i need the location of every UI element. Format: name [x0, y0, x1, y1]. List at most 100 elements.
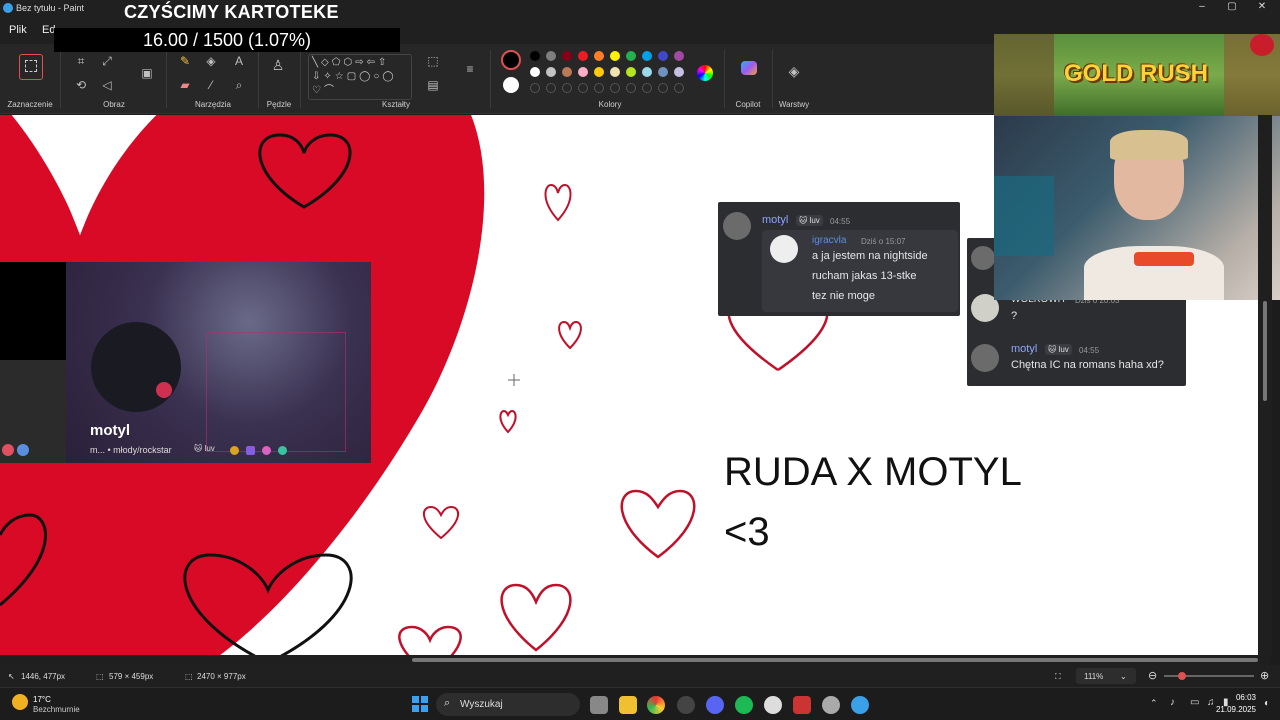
eraser-icon[interactable]: ▰ [178, 78, 192, 92]
fill-icon[interactable]: ◈ [204, 54, 218, 68]
microphone-icon[interactable]: ♪ [1170, 697, 1175, 708]
text-icon[interactable]: A [232, 54, 246, 68]
color-swatch[interactable] [530, 51, 540, 61]
size-icon[interactable]: ≡ [463, 62, 477, 76]
discord-icon[interactable] [706, 696, 724, 714]
red-circle-icon [2, 444, 14, 456]
color-swatch[interactable] [610, 51, 620, 61]
color-swatch[interactable] [674, 67, 684, 77]
weather-desc[interactable]: Bezchmurnie [33, 705, 80, 714]
app-icon[interactable] [677, 696, 695, 714]
custom-color-slot[interactable] [578, 83, 588, 93]
spotify-icon[interactable] [735, 696, 753, 714]
app-icon[interactable] [793, 696, 811, 714]
color-swatch[interactable] [626, 67, 636, 77]
zoom-slider-thumb[interactable] [1178, 672, 1186, 680]
task-view-icon[interactable] [590, 696, 608, 714]
zoom-in-icon[interactable]: ⊕ [1260, 669, 1269, 682]
group-label-image: Obraz [103, 100, 125, 109]
custom-color-slot[interactable] [642, 83, 652, 93]
maximize-button[interactable]: ▢ [1226, 1, 1238, 13]
color-swatch[interactable] [642, 51, 652, 61]
custom-color-slot[interactable] [626, 83, 636, 93]
copilot-icon[interactable] [741, 61, 757, 75]
color-swatch[interactable] [546, 51, 556, 61]
menu-file[interactable]: Plik [9, 24, 27, 36]
clock-time[interactable]: 06:03 [1218, 693, 1256, 702]
black-rectangle [0, 262, 66, 360]
weather-temp[interactable]: 17°C [33, 695, 51, 704]
reply-username[interactable]: igracvla [812, 235, 846, 246]
horizontal-scrollbar[interactable] [0, 655, 1270, 665]
secondary-color[interactable] [503, 77, 519, 93]
shapes-gallery[interactable]: ╲◇⬠⬡⇨⇦⇧ ⇩✧☆▢◯○◯ ♡⌒ [308, 54, 412, 100]
tray-chevron-icon[interactable]: ⌃ [1150, 698, 1158, 709]
chrome-icon[interactable] [647, 696, 665, 714]
reply-message-line: a ja jestem na nightside [812, 250, 928, 262]
custom-color-slot[interactable] [562, 83, 572, 93]
file-explorer-icon[interactable] [619, 696, 637, 714]
avatar [723, 212, 751, 240]
color-swatch[interactable] [594, 51, 604, 61]
layers-icon[interactable]: ◈ [787, 64, 801, 78]
fit-to-window-icon[interactable]: ⛶ [1055, 672, 1061, 682]
weather-icon[interactable] [12, 694, 28, 710]
color-swatch[interactable] [610, 67, 620, 77]
selection-size: 579 × 459px [109, 672, 154, 681]
custom-color-slot[interactable] [610, 83, 620, 93]
zoom-out-icon[interactable]: ⊖ [1148, 669, 1157, 682]
custom-color-slot[interactable] [674, 83, 684, 93]
settings-gear-icon[interactable] [822, 696, 840, 714]
close-button[interactable]: ✕ [1256, 1, 1268, 13]
vertical-scrollbar[interactable] [1258, 115, 1272, 655]
color-swatch[interactable] [562, 67, 572, 77]
brush-icon[interactable]: ♙ [271, 58, 285, 72]
color-wheel-icon[interactable] [697, 65, 713, 81]
minimize-button[interactable]: – [1196, 1, 1208, 13]
clock-date[interactable]: 21.09.2025 [1200, 705, 1256, 714]
primary-color[interactable] [501, 50, 521, 70]
scroll-thumb[interactable] [1263, 301, 1267, 401]
group-label-shapes: Kształty [381, 100, 410, 109]
zoom-select[interactable]: 111% ⌄ [1076, 668, 1136, 684]
paint-taskbar-icon[interactable] [851, 696, 869, 714]
taskbar-search[interactable]: ⌕ Wyszukaj [436, 693, 580, 716]
color-swatch[interactable] [626, 51, 636, 61]
color-swatch[interactable] [562, 51, 572, 61]
color-swatch[interactable] [546, 67, 556, 77]
color-swatch[interactable] [674, 51, 684, 61]
group-label-layers: Warstwy [778, 100, 810, 109]
image-select-icon[interactable]: ▣ [140, 66, 154, 80]
custom-color-slot[interactable] [546, 83, 556, 93]
custom-color-slot[interactable] [594, 83, 604, 93]
scroll-thumb[interactable] [412, 658, 1258, 662]
color-swatch[interactable] [578, 51, 588, 61]
status-bar: ↖ 1446, 477px ⬚ 579 × 459px ⬚ 2470 × 977… [0, 665, 1280, 687]
chat-username[interactable]: motyl [762, 214, 788, 226]
custom-color-slot[interactable] [658, 83, 668, 93]
windows-start-icon[interactable] [412, 696, 428, 712]
color-swatch[interactable] [578, 67, 588, 77]
color-swatch[interactable] [658, 67, 668, 77]
color-picker-icon[interactable]: ⁄ [204, 78, 218, 92]
color-swatch[interactable] [594, 67, 604, 77]
shape-fill-icon[interactable]: ▤ [426, 78, 440, 92]
badge-icon [230, 446, 239, 455]
color-swatch[interactable] [658, 51, 668, 61]
resize-icon[interactable]: ⤢ [100, 54, 114, 68]
notification-icon[interactable]: ◐ [1264, 698, 1270, 709]
magnifier-icon[interactable]: ⌕ [232, 78, 246, 92]
pencil-icon[interactable]: ✎ [178, 54, 192, 68]
custom-color-slot[interactable] [530, 83, 540, 93]
display-icon[interactable]: ▭ [1190, 697, 1199, 708]
obs-icon[interactable] [764, 696, 782, 714]
crop-icon[interactable]: ⌗ [74, 54, 88, 68]
selection-tool-button[interactable] [19, 54, 43, 80]
zoom-slider[interactable] [1164, 672, 1254, 680]
outline-icon[interactable]: ⬚ [426, 54, 440, 68]
color-swatch[interactable] [642, 67, 652, 77]
color-swatch[interactable] [530, 67, 540, 77]
flip-icon[interactable]: ◁ [100, 78, 114, 92]
rotate-icon[interactable]: ⟲ [74, 78, 88, 92]
chat-username[interactable]: motyl [1011, 343, 1037, 355]
